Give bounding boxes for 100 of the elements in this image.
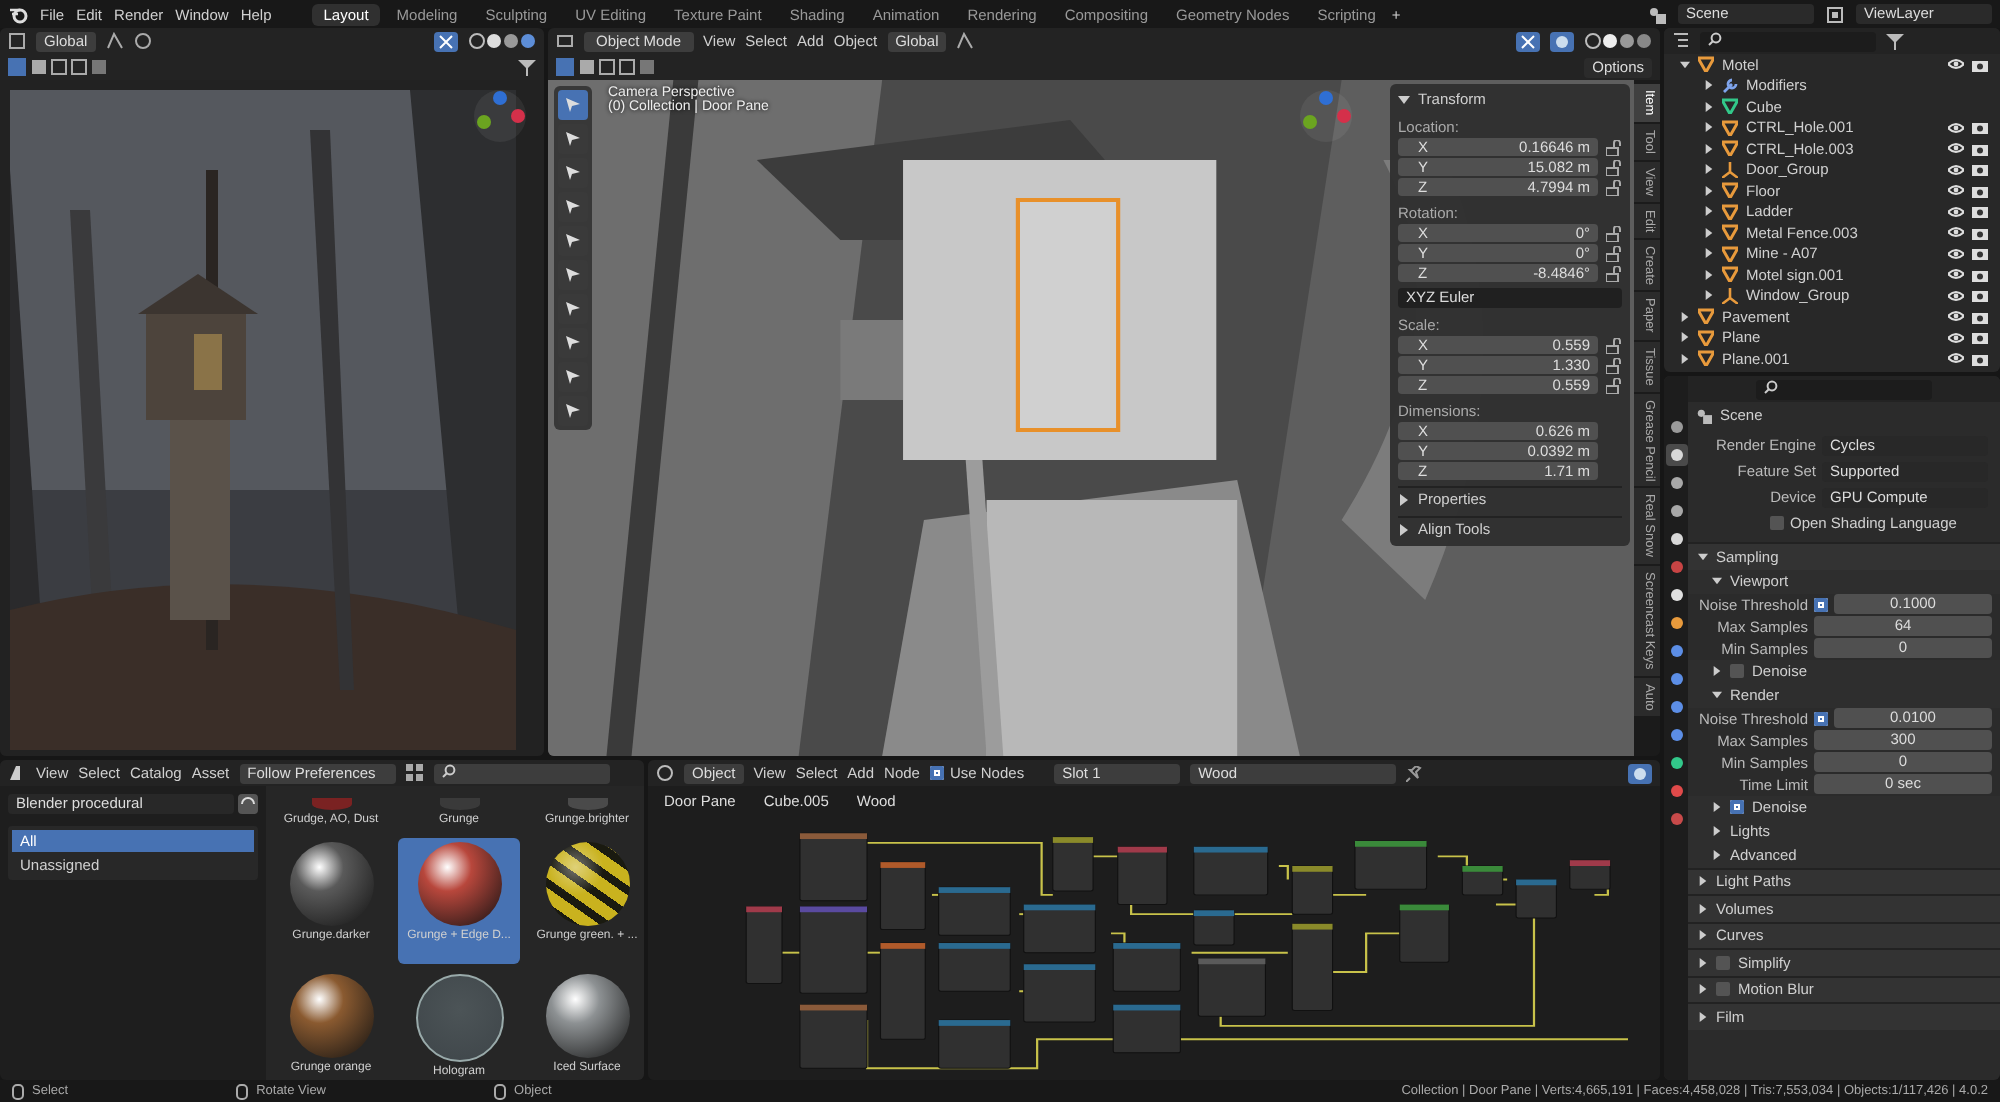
select-mode-icon[interactable] — [8, 58, 108, 76]
camera-icon[interactable] — [1972, 288, 1988, 303]
camera-icon[interactable] — [1972, 267, 1988, 282]
node[interactable] — [1023, 904, 1096, 954]
visibility-icon[interactable] — [1948, 121, 1964, 134]
overlay-toggle-icon[interactable] — [1628, 763, 1652, 783]
search-field[interactable] — [433, 763, 610, 783]
editor-type-icon[interactable] — [656, 764, 674, 782]
material-preview[interactable] — [289, 974, 373, 1058]
editor-type-icon[interactable] — [8, 764, 26, 782]
proportional-editing-icon[interactable] — [133, 32, 152, 50]
visibility-icon[interactable] — [1948, 184, 1964, 197]
node[interactable] — [938, 886, 1011, 936]
visibility-icon[interactable] — [1948, 247, 1964, 260]
lock-icon[interactable] — [1606, 225, 1622, 241]
disclosure-icon[interactable] — [1680, 311, 1690, 322]
node[interactable] — [879, 942, 926, 1040]
visibility-icon[interactable] — [1948, 289, 1964, 302]
checkbox[interactable] — [1814, 711, 1828, 725]
disclosure-icon[interactable] — [1680, 332, 1690, 343]
display-mode-icon[interactable] — [405, 764, 424, 782]
disclosure-icon[interactable] — [1704, 80, 1714, 91]
properties-tab-icon[interactable] — [1665, 668, 1687, 690]
disclosure-icon[interactable] — [1704, 122, 1714, 133]
node[interactable] — [1112, 1004, 1181, 1054]
lock-icon[interactable] — [1606, 337, 1622, 353]
node[interactable] — [1197, 957, 1266, 1017]
select-mode-icon[interactable] — [556, 58, 656, 76]
properties-tab-icon[interactable] — [1665, 416, 1687, 438]
node[interactable] — [1569, 859, 1611, 890]
visibility-icon[interactable] — [1948, 142, 1964, 155]
visibility-icon[interactable] — [1948, 268, 1964, 281]
gizmo-toggle-icon[interactable] — [434, 31, 458, 51]
camera-icon[interactable] — [1972, 204, 1988, 219]
editor-type-icon[interactable] — [556, 32, 574, 50]
camera-icon[interactable] — [1972, 162, 1988, 177]
properties-tab-icon[interactable] — [1665, 528, 1687, 550]
gizmo-toggle-icon[interactable] — [1516, 31, 1540, 51]
editor-type-icon[interactable] — [8, 32, 26, 50]
disclosure-icon[interactable] — [1704, 101, 1714, 112]
properties-tab-icon[interactable] — [1665, 472, 1687, 494]
disclosure-icon[interactable] — [1680, 59, 1690, 70]
properties-tab-icon[interactable] — [1665, 724, 1687, 746]
checkbox[interactable] — [1814, 597, 1828, 611]
visibility-icon[interactable] — [1948, 226, 1964, 239]
lock-icon[interactable] — [1606, 245, 1622, 261]
snap-icon[interactable] — [105, 32, 124, 50]
search-field[interactable] — [1756, 379, 1932, 399]
filter-icon[interactable] — [1886, 32, 1904, 50]
camera-icon[interactable] — [1972, 246, 1988, 261]
checkbox[interactable] — [1716, 982, 1730, 997]
node[interactable] — [1515, 878, 1557, 919]
node[interactable] — [938, 942, 1011, 992]
lock-icon[interactable] — [1606, 377, 1622, 393]
checkbox[interactable] — [1730, 800, 1744, 814]
material-preview[interactable] — [417, 842, 501, 926]
node[interactable] — [1354, 840, 1428, 890]
disclosure-icon[interactable] — [1704, 290, 1714, 301]
material-preview[interactable] — [545, 842, 629, 926]
properties-tab-icon[interactable] — [1665, 752, 1687, 774]
node[interactable] — [1112, 942, 1181, 992]
camera-icon[interactable] — [1972, 141, 1988, 156]
snap-icon[interactable] — [956, 32, 975, 50]
material-preview[interactable] — [415, 974, 503, 1062]
node[interactable] — [799, 832, 868, 902]
shading-modes-icon[interactable] — [468, 32, 536, 50]
material-preview[interactable] — [545, 974, 629, 1058]
camera-icon[interactable] — [1972, 330, 1988, 345]
disclosure-icon[interactable] — [1704, 227, 1714, 238]
camera-icon[interactable] — [1972, 309, 1988, 324]
node[interactable] — [938, 1019, 1011, 1069]
node[interactable] — [1399, 904, 1450, 963]
lock-icon[interactable] — [1606, 265, 1622, 281]
properties-tab-icon[interactable] — [1665, 500, 1687, 522]
visibility-icon[interactable] — [1948, 205, 1964, 218]
camera-icon[interactable] — [1972, 120, 1988, 135]
properties-tab-icon[interactable] — [1665, 584, 1687, 606]
lock-icon[interactable] — [1606, 139, 1622, 155]
shading-modes-icon[interactable] — [1584, 32, 1652, 50]
disclosure-icon[interactable] — [1680, 353, 1690, 364]
node[interactable] — [1052, 836, 1094, 892]
visibility-icon[interactable] — [1948, 331, 1964, 344]
properties-tab-icon[interactable] — [1665, 612, 1687, 634]
disclosure-icon[interactable] — [1704, 269, 1714, 280]
lock-icon[interactable] — [1606, 357, 1622, 373]
node[interactable] — [1291, 865, 1334, 915]
disclosure-icon[interactable] — [1704, 143, 1714, 154]
axis-gizmo-icon[interactable] — [1298, 88, 1354, 144]
disclosure-icon[interactable] — [1704, 185, 1714, 196]
properties-tab-icon[interactable] — [1665, 696, 1687, 718]
camera-icon[interactable] — [1972, 183, 1988, 198]
tool-button[interactable] — [558, 90, 588, 120]
visibility-icon[interactable] — [1948, 58, 1964, 71]
filter-icon[interactable] — [518, 58, 536, 76]
camera-icon[interactable] — [1972, 57, 1988, 72]
node[interactable] — [799, 1004, 868, 1069]
properties-tab-icon[interactable] — [1665, 444, 1687, 466]
lock-icon[interactable] — [1606, 179, 1622, 195]
node[interactable] — [1023, 963, 1096, 1023]
disclosure-icon[interactable] — [1704, 248, 1714, 259]
